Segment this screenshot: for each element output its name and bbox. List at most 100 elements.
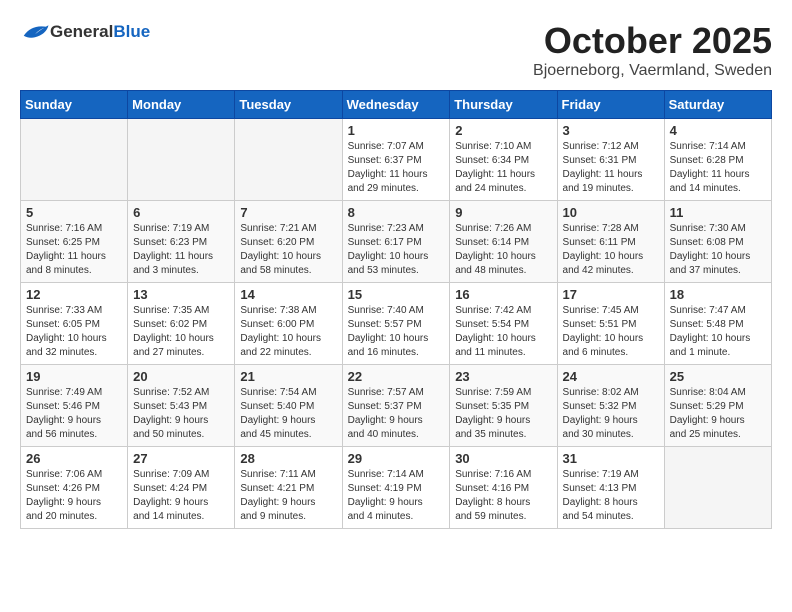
day-info: Sunrise: 7:14 AM Sunset: 6:28 PM Dayligh… [670,140,766,196]
calendar-cell: 27Sunrise: 7:09 AM Sunset: 4:24 PM Dayli… [128,447,235,529]
calendar-cell: 20 Sunrise: 7:52 AM Sunset: 5:43 PM Dayli… [128,365,235,447]
day-info: Sunrise: 7:33 AM Sunset: 6:05 PM Dayligh… [26,304,122,360]
day-info: Sunrise: 7:30 AM Sunset: 6:08 PM Dayligh… [670,222,766,278]
logo-blue: Blue [113,22,150,41]
day-number: 4 [670,123,766,138]
calendar-week-row: 19Sunrise: 7:49 AM Sunset: 5:46 PM Dayli… [21,365,772,447]
calendar-cell: 22 Sunrise: 7:57 AM Sunset: 5:37 PM Dayli… [342,365,450,447]
logo-general: General [50,22,113,41]
day-info: Sunrise: 7:57 AM Sunset: 5:37 PM Dayligh… [348,386,445,442]
weekday-header: Wednesday [342,91,450,119]
day-info: Sunrise: 7:28 AM Sunset: 6:11 PM Dayligh… [563,222,659,278]
day-info: Sunrise: 8:02 AM Sunset: 5:32 PM Dayligh… [563,386,659,442]
day-number: 15 [348,287,445,302]
day-number: 16 [455,287,551,302]
day-number: 8 [348,205,445,220]
calendar-cell: 31Sunrise: 7:19 AM Sunset: 4:13 PM Dayli… [557,447,664,529]
calendar-cell: 14Sunrise: 7:38 AM Sunset: 6:00 PM Dayli… [235,283,342,365]
day-info: Sunrise: 7:16 AM Sunset: 6:25 PM Dayligh… [26,222,122,278]
day-number: 7 [240,205,336,220]
day-info: Sunrise: 7:10 AM Sunset: 6:34 PM Dayligh… [455,140,551,196]
calendar-cell: 25Sunrise: 8:04 AM Sunset: 5:29 PM Dayli… [664,365,771,447]
calendar-cell: 18 Sunrise: 7:47 AM Sunset: 5:48 PM Dayli… [664,283,771,365]
day-number: 9 [455,205,551,220]
weekday-header: Tuesday [235,91,342,119]
calendar-cell: 6 Sunrise: 7:19 AM Sunset: 6:23 PM Daylig… [128,201,235,283]
calendar-header-row: SundayMondayTuesdayWednesdayThursdayFrid… [21,91,772,119]
day-info: Sunrise: 7:52 AM Sunset: 5:43 PM Dayligh… [133,386,229,442]
day-number: 24 [563,369,659,384]
day-info: Sunrise: 7:35 AM Sunset: 6:02 PM Dayligh… [133,304,229,360]
calendar-cell: 7 Sunrise: 7:21 AM Sunset: 6:20 PM Daylig… [235,201,342,283]
calendar-cell: 19Sunrise: 7:49 AM Sunset: 5:46 PM Dayli… [21,365,128,447]
page-header: GeneralBlue October 2025 Bjoerneborg, Va… [20,20,772,80]
calendar-cell: 1 Sunrise: 7:07 AM Sunset: 6:37 PM Daylig… [342,119,450,201]
day-number: 22 [348,369,445,384]
day-info: Sunrise: 7:40 AM Sunset: 5:57 PM Dayligh… [348,304,445,360]
calendar-cell: 24 Sunrise: 8:02 AM Sunset: 5:32 PM Dayli… [557,365,664,447]
day-info: Sunrise: 7:54 AM Sunset: 5:40 PM Dayligh… [240,386,336,442]
calendar-cell: 16 Sunrise: 7:42 AM Sunset: 5:54 PM Dayli… [450,283,557,365]
day-number: 3 [563,123,659,138]
day-number: 27 [133,451,229,466]
day-info: Sunrise: 7:12 AM Sunset: 6:31 PM Dayligh… [563,140,659,196]
logo-icon [20,20,50,44]
calendar-cell: 10 Sunrise: 7:28 AM Sunset: 6:11 PM Dayli… [557,201,664,283]
day-number: 2 [455,123,551,138]
month-title: October 2025 [533,20,772,62]
day-number: 28 [240,451,336,466]
day-number: 11 [670,205,766,220]
day-number: 25 [670,369,766,384]
day-info: Sunrise: 7:42 AM Sunset: 5:54 PM Dayligh… [455,304,551,360]
calendar-cell: 5 Sunrise: 7:16 AM Sunset: 6:25 PM Daylig… [21,201,128,283]
calendar-cell [128,119,235,201]
day-number: 30 [455,451,551,466]
calendar-cell: 13Sunrise: 7:35 AM Sunset: 6:02 PM Dayli… [128,283,235,365]
calendar-cell: 26 Sunrise: 7:06 AM Sunset: 4:26 PM Dayli… [21,447,128,529]
calendar-cell: 29 Sunrise: 7:14 AM Sunset: 4:19 PM Dayli… [342,447,450,529]
day-info: Sunrise: 7:23 AM Sunset: 6:17 PM Dayligh… [348,222,445,278]
day-number: 19 [26,369,122,384]
calendar-cell: 3 Sunrise: 7:12 AM Sunset: 6:31 PM Daylig… [557,119,664,201]
calendar-cell: 11 Sunrise: 7:30 AM Sunset: 6:08 PM Dayli… [664,201,771,283]
day-info: Sunrise: 7:16 AM Sunset: 4:16 PM Dayligh… [455,468,551,524]
weekday-header: Thursday [450,91,557,119]
location-title: Bjoerneborg, Vaermland, Sweden [533,62,772,80]
day-number: 18 [670,287,766,302]
day-info: Sunrise: 7:59 AM Sunset: 5:35 PM Dayligh… [455,386,551,442]
day-number: 17 [563,287,659,302]
calendar-week-row: 12Sunrise: 7:33 AM Sunset: 6:05 PM Dayli… [21,283,772,365]
weekday-header: Sunday [21,91,128,119]
calendar-cell: 2 Sunrise: 7:10 AM Sunset: 6:34 PM Daylig… [450,119,557,201]
day-info: Sunrise: 7:14 AM Sunset: 4:19 PM Dayligh… [348,468,445,524]
day-number: 26 [26,451,122,466]
calendar-week-row: 1 Sunrise: 7:07 AM Sunset: 6:37 PM Daylig… [21,119,772,201]
calendar-cell [21,119,128,201]
day-number: 20 [133,369,229,384]
logo: GeneralBlue [20,20,150,44]
day-number: 10 [563,205,659,220]
weekday-header: Monday [128,91,235,119]
day-info: Sunrise: 7:47 AM Sunset: 5:48 PM Dayligh… [670,304,766,360]
calendar-cell: 15 Sunrise: 7:40 AM Sunset: 5:57 PM Dayli… [342,283,450,365]
day-number: 5 [26,205,122,220]
day-info: Sunrise: 7:19 AM Sunset: 6:23 PM Dayligh… [133,222,229,278]
day-info: Sunrise: 7:07 AM Sunset: 6:37 PM Dayligh… [348,140,445,196]
calendar-cell: 28Sunrise: 7:11 AM Sunset: 4:21 PM Dayli… [235,447,342,529]
calendar-cell: 4 Sunrise: 7:14 AM Sunset: 6:28 PM Daylig… [664,119,771,201]
calendar-cell [664,447,771,529]
calendar-cell [235,119,342,201]
calendar-cell: 8 Sunrise: 7:23 AM Sunset: 6:17 PM Daylig… [342,201,450,283]
day-info: Sunrise: 7:19 AM Sunset: 4:13 PM Dayligh… [563,468,659,524]
day-number: 29 [348,451,445,466]
calendar-cell: 21Sunrise: 7:54 AM Sunset: 5:40 PM Dayli… [235,365,342,447]
day-number: 6 [133,205,229,220]
weekday-header: Friday [557,91,664,119]
day-info: Sunrise: 7:21 AM Sunset: 6:20 PM Dayligh… [240,222,336,278]
day-info: Sunrise: 7:26 AM Sunset: 6:14 PM Dayligh… [455,222,551,278]
calendar-title-area: October 2025 Bjoerneborg, Vaermland, Swe… [533,20,772,80]
day-number: 1 [348,123,445,138]
calendar-table: SundayMondayTuesdayWednesdayThursdayFrid… [20,90,772,529]
day-info: Sunrise: 7:06 AM Sunset: 4:26 PM Dayligh… [26,468,122,524]
day-number: 23 [455,369,551,384]
